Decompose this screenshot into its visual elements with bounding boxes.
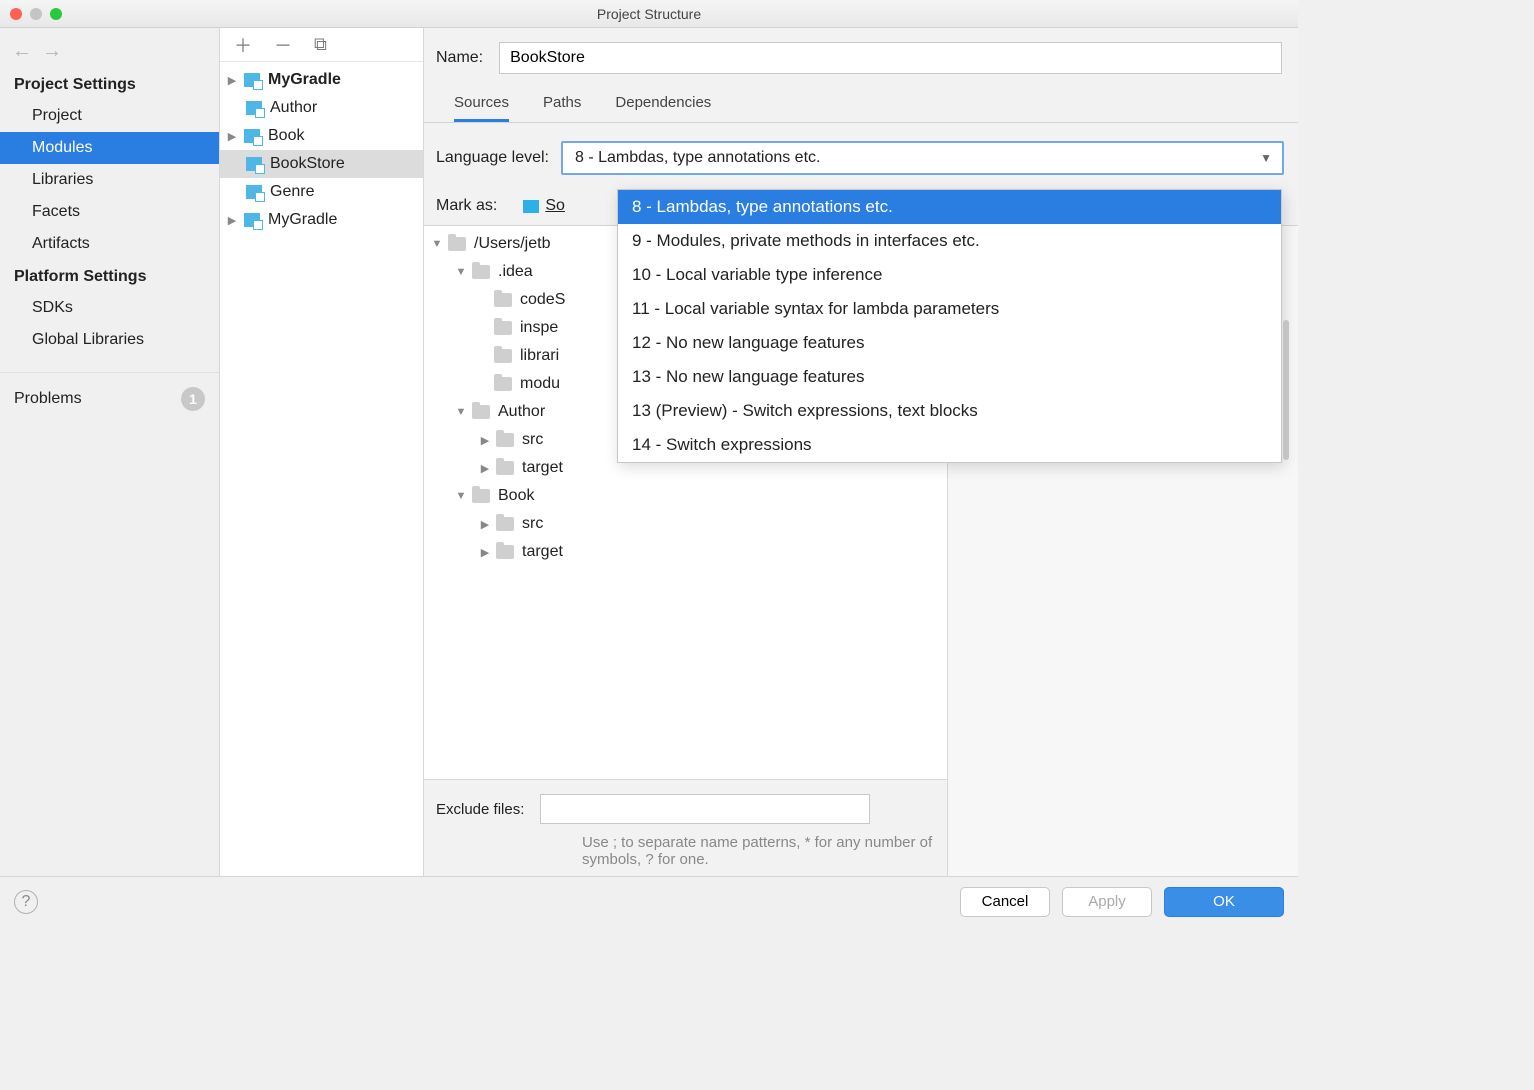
language-level-option[interactable]: 10 - Local variable type inference <box>618 258 1281 292</box>
folder-icon <box>448 237 466 251</box>
problems-label: Problems <box>14 390 82 408</box>
chevron-down-icon: ▼ <box>1260 151 1272 165</box>
language-level-option[interactable]: 11 - Local variable syntax for lambda pa… <box>618 292 1281 326</box>
module-item-genre[interactable]: Genre <box>220 178 423 206</box>
cancel-button[interactable]: Cancel <box>960 887 1050 917</box>
tree-item[interactable]: ▼Book <box>424 482 947 510</box>
language-level-option[interactable]: 8 - Lambdas, type annotations etc. <box>618 190 1281 224</box>
module-item-book[interactable]: ▶ Book <box>220 122 423 150</box>
tree-item[interactable]: ▶src <box>424 510 947 538</box>
exclude-label: Exclude files: <box>436 801 524 818</box>
maximize-window-icon[interactable] <box>50 8 62 20</box>
minimize-window-icon <box>30 8 42 20</box>
sidebar-item-artifacts[interactable]: Artifacts <box>0 228 219 260</box>
footer: ? Cancel Apply OK <box>0 876 1298 926</box>
language-level-option[interactable]: 13 - No new language features <box>618 360 1281 394</box>
exclude-hint: Use ; to separate name patterns, * for a… <box>582 834 935 868</box>
folder-icon <box>472 265 490 279</box>
ok-button[interactable]: OK <box>1164 887 1284 917</box>
apply-button[interactable]: Apply <box>1062 887 1152 917</box>
sidebar-item-problems[interactable]: Problems 1 <box>0 372 219 411</box>
close-window-icon[interactable] <box>10 8 22 20</box>
language-level-label: Language level: <box>436 149 549 167</box>
folder-icon <box>494 377 512 391</box>
module-icon <box>246 157 262 171</box>
chevron-right-icon[interactable]: ▶ <box>224 74 240 87</box>
tab-paths[interactable]: Paths <box>543 88 581 122</box>
module-toolbar: ＋ － ⧉ <box>220 28 423 62</box>
sidebar-item-modules[interactable]: Modules <box>0 132 219 164</box>
chevron-down-icon[interactable]: ▼ <box>454 490 468 502</box>
module-name-input[interactable] <box>499 42 1282 74</box>
help-button[interactable]: ? <box>14 890 38 914</box>
mark-as-sources[interactable]: So <box>523 197 565 215</box>
tab-dependencies[interactable]: Dependencies <box>615 88 711 122</box>
section-project-settings: Project Settings <box>0 68 219 100</box>
module-icon <box>246 101 262 115</box>
chevron-right-icon[interactable]: ▶ <box>478 434 492 447</box>
folder-icon <box>523 200 539 213</box>
sidebar-item-project[interactable]: Project <box>0 100 219 132</box>
module-item-mygradle[interactable]: ▶ MyGradle <box>220 66 423 94</box>
folder-icon <box>472 489 490 503</box>
module-tree: ▶ MyGradle Author ▶ Book BookStore Genre <box>220 62 423 876</box>
tab-row: Sources Paths Dependencies <box>424 88 1298 122</box>
scrollbar-thumb[interactable] <box>1283 320 1289 460</box>
chevron-right-icon[interactable]: ▶ <box>224 214 240 227</box>
exclude-files-input[interactable] <box>540 794 870 824</box>
remove-icon[interactable]: － <box>274 32 292 58</box>
language-level-option[interactable]: 12 - No new language features <box>618 326 1281 360</box>
language-level-option[interactable]: 14 - Switch expressions <box>618 428 1281 462</box>
forward-icon[interactable]: → <box>42 40 62 63</box>
module-item-mygradle-2[interactable]: ▶ MyGradle <box>220 206 423 234</box>
module-panel: ＋ － ⧉ ▶ MyGradle Author ▶ Book BookStore <box>220 28 424 876</box>
tree-item[interactable]: ▶target <box>424 538 947 566</box>
module-item-bookstore[interactable]: BookStore <box>220 150 423 178</box>
language-level-dropdown[interactable]: 8 - Lambdas, type annotations etc. ▼ <box>561 141 1284 175</box>
back-icon[interactable]: ← <box>12 40 32 63</box>
module-icon <box>244 213 260 227</box>
language-level-popup[interactable]: 8 - Lambdas, type annotations etc. 9 - M… <box>617 189 1282 463</box>
language-level-option[interactable]: 13 (Preview) - Switch expressions, text … <box>618 394 1281 428</box>
chevron-right-icon[interactable]: ▶ <box>478 546 492 559</box>
folder-icon <box>496 545 514 559</box>
folder-icon <box>496 433 514 447</box>
window-controls <box>0 8 62 20</box>
window-title: Project Structure <box>597 6 701 22</box>
titlebar: Project Structure <box>0 0 1298 28</box>
chevron-down-icon[interactable]: ▼ <box>454 406 468 418</box>
chevron-down-icon[interactable]: ▼ <box>430 238 444 250</box>
chevron-right-icon[interactable]: ▶ <box>478 462 492 475</box>
section-platform-settings: Platform Settings <box>0 260 219 292</box>
folder-icon <box>496 461 514 475</box>
folder-icon <box>494 349 512 363</box>
add-icon[interactable]: ＋ <box>234 32 252 58</box>
tab-sources[interactable]: Sources <box>454 88 509 122</box>
module-item-author[interactable]: Author <box>220 94 423 122</box>
sidebar-item-facets[interactable]: Facets <box>0 196 219 228</box>
sidebar-item-libraries[interactable]: Libraries <box>0 164 219 196</box>
sidebar-item-global-libraries[interactable]: Global Libraries <box>0 324 219 356</box>
mark-as-label: Mark as: <box>436 197 497 215</box>
copy-icon[interactable]: ⧉ <box>314 34 327 55</box>
module-icon <box>246 185 262 199</box>
chevron-right-icon[interactable]: ▶ <box>224 130 240 143</box>
language-level-option[interactable]: 9 - Modules, private methods in interfac… <box>618 224 1281 258</box>
left-sidebar: ← → Project Settings Project Modules Lib… <box>0 28 220 876</box>
folder-icon <box>494 321 512 335</box>
module-icon <box>244 129 260 143</box>
name-label: Name: <box>436 49 483 67</box>
chevron-right-icon[interactable]: ▶ <box>478 518 492 531</box>
problems-badge: 1 <box>181 387 205 411</box>
sidebar-item-sdks[interactable]: SDKs <box>0 292 219 324</box>
folder-icon <box>472 405 490 419</box>
module-icon <box>244 73 260 87</box>
folder-icon <box>496 517 514 531</box>
language-level-value: 8 - Lambdas, type annotations etc. <box>575 149 820 167</box>
folder-icon <box>494 293 512 307</box>
chevron-down-icon[interactable]: ▼ <box>454 266 468 278</box>
